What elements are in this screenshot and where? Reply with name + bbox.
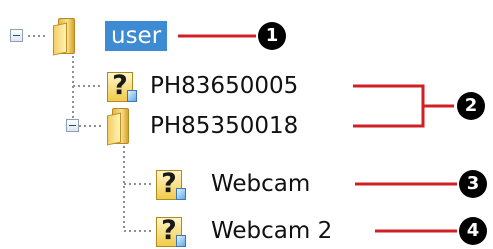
collapse-toggle-ph85350018[interactable] xyxy=(66,119,79,132)
tree-node-webcam-2[interactable]: Webcam 2 xyxy=(211,216,332,246)
callout-badge-3: 3 xyxy=(459,170,487,198)
callout-line-2 xyxy=(353,84,425,128)
tree-node-ph85350018[interactable]: PH85350018 xyxy=(150,111,298,141)
tree-node-ph83650005[interactable]: PH83650005 xyxy=(150,71,298,101)
collapse-toggle-user[interactable] xyxy=(10,29,23,42)
callout-badge-4: 4 xyxy=(459,217,487,245)
callout-badge-2: 2 xyxy=(457,92,485,120)
tree-view-annotated: user ? PH83650005 PH85350018 ? Webcam ? … xyxy=(0,0,493,249)
unknown-device-icon: ? xyxy=(104,68,138,104)
folder-icon xyxy=(107,108,133,146)
unknown-device-icon: ? xyxy=(153,166,187,202)
callout-badge-1: 1 xyxy=(258,22,286,50)
unknown-device-icon: ? xyxy=(153,213,187,249)
folder-icon xyxy=(53,18,79,56)
tree-node-webcam[interactable]: Webcam xyxy=(211,169,310,199)
tree-node-user[interactable]: user xyxy=(105,21,168,51)
tree-connector-lines xyxy=(28,35,152,232)
